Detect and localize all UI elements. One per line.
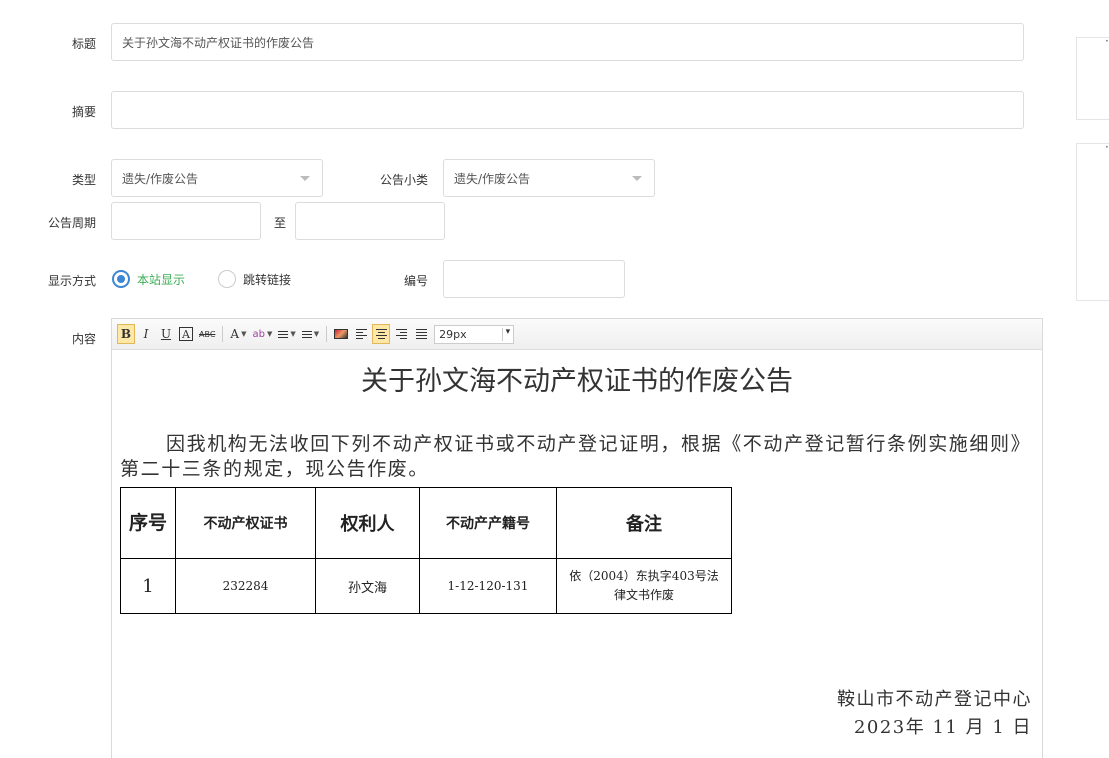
period-to-label: 至 bbox=[273, 216, 286, 230]
type-label: 类型 bbox=[71, 173, 96, 187]
font-color-button[interactable]: A ▼ bbox=[228, 324, 248, 344]
justify-button[interactable] bbox=[412, 324, 430, 344]
header-cell-registry: 不动产产籍号 bbox=[419, 487, 557, 559]
display-label: 显示方式 bbox=[47, 274, 96, 288]
unordered-list-button[interactable]: ▼ bbox=[300, 324, 321, 344]
font-size-select[interactable]: 29px bbox=[434, 324, 515, 344]
strikethrough-button[interactable]: ABC bbox=[197, 324, 217, 344]
number-label: 编号 bbox=[403, 274, 428, 288]
signature-date: 2023年 11 月 1 日 bbox=[853, 717, 1032, 738]
header-cell-index: 序号 bbox=[120, 487, 176, 559]
document-title: 关于孙文海不动产权证书的作废公告 bbox=[361, 366, 793, 397]
bold-button[interactable]: B bbox=[117, 324, 135, 344]
radio-redirect-link-label: 跳转链接 bbox=[243, 272, 292, 287]
align-center-button[interactable] bbox=[372, 324, 391, 344]
chevron-down-icon bbox=[300, 176, 310, 181]
subtype-label: 公告小类 bbox=[379, 173, 428, 187]
radio-local-display[interactable]: 本站显示 bbox=[112, 270, 185, 288]
insert-image-button[interactable] bbox=[332, 324, 350, 344]
table-header-row: 序号 不动产权证书 权利人 不动产产籍号 备注 bbox=[120, 487, 732, 559]
italic-button[interactable]: I bbox=[137, 324, 155, 344]
dropdown-arrow-icon: ▼ bbox=[290, 330, 296, 338]
toolbar-divider bbox=[326, 326, 328, 342]
cell-remarks: 依（2004）东执字403号法律文书作废 bbox=[556, 558, 732, 614]
cell-holder: 孙文海 bbox=[315, 558, 420, 614]
underline-button[interactable]: U bbox=[157, 324, 175, 344]
header-cell-certificate: 不动产权证书 bbox=[175, 487, 316, 559]
radio-local-display-label: 本站显示 bbox=[137, 272, 186, 287]
content-label: 内容 bbox=[71, 332, 96, 346]
radio-unchecked-icon bbox=[218, 270, 236, 288]
header-cell-remarks: 备注 bbox=[556, 487, 732, 559]
radio-redirect-link[interactable]: 跳转链接 bbox=[218, 270, 291, 288]
type-select[interactable]: 遗失/作废公告 bbox=[111, 159, 323, 197]
image-icon bbox=[334, 329, 349, 339]
align-left-button[interactable] bbox=[352, 324, 370, 344]
header-cell-holder: 权利人 bbox=[315, 487, 420, 559]
summary-label: 摘要 bbox=[71, 105, 96, 119]
subtype-select-value: 遗失/作废公告 bbox=[454, 171, 531, 186]
highlight-button[interactable]: ab ▼ bbox=[250, 324, 274, 344]
font-size-value: 29px bbox=[439, 327, 467, 341]
ordered-list-icon bbox=[278, 330, 289, 338]
dropdown-arrow-icon: ▼ bbox=[266, 330, 273, 338]
cell-registry: 1-12-120-131 bbox=[419, 558, 557, 614]
signature-org: 鞍山市不动产登记中心 bbox=[837, 689, 1032, 710]
subtype-select[interactable]: 遗失/作废公告 bbox=[443, 159, 655, 197]
notice-table: 序号 不动产权证书 权利人 不动产产籍号 备注 1 232284 孙文海 1-1… bbox=[120, 487, 732, 614]
align-center-icon bbox=[375, 329, 387, 339]
toolbar-divider bbox=[222, 326, 224, 342]
editor-toolbar: B I U A ABC A ▼ ab ▼ ▼ ▼ 29px bbox=[112, 319, 1042, 350]
chevron-down-icon bbox=[632, 176, 642, 181]
number-input[interactable] bbox=[443, 260, 625, 298]
radio-checked-icon bbox=[112, 270, 130, 288]
text-border-button[interactable]: A bbox=[179, 327, 193, 341]
font-size-divider bbox=[502, 327, 504, 341]
title-input[interactable]: 关于孙文海不动产权证书的作废公告 bbox=[111, 23, 1024, 61]
align-right-icon bbox=[395, 329, 407, 339]
cell-certificate: 232284 bbox=[175, 558, 316, 614]
period-label: 公告周期 bbox=[47, 216, 96, 230]
document-paragraph: 因我机构无法收回下列不动产权证书或不动产登记证明，根据《不动产登记暂行条例实施细… bbox=[120, 433, 1022, 480]
justify-icon bbox=[415, 329, 427, 339]
type-select-value: 遗失/作废公告 bbox=[122, 171, 199, 186]
summary-input[interactable] bbox=[111, 91, 1024, 129]
table-row: 1 232284 孙文海 1-12-120-131 依（2004）东执字403号… bbox=[120, 558, 732, 614]
ordered-list-button[interactable]: ▼ bbox=[276, 324, 297, 344]
highlight-icon: ab bbox=[252, 328, 265, 340]
dropdown-arrow-icon: ▼ bbox=[241, 330, 247, 338]
cell-index: 1 bbox=[120, 558, 176, 614]
side-panel-top: · bbox=[1076, 34, 1109, 120]
period-end-input[interactable] bbox=[295, 202, 445, 240]
title-label: 标题 bbox=[71, 37, 96, 51]
align-left-icon bbox=[355, 329, 367, 339]
side-panel-bottom: · bbox=[1076, 140, 1109, 301]
align-right-button[interactable] bbox=[392, 324, 410, 344]
rich-text-editor[interactable]: B I U A ABC A▼ ab▼ ▼ ▼ 29px 关于孙文海不动产权证书的… bbox=[111, 318, 1043, 758]
dropdown-arrow-icon: ▼ bbox=[313, 330, 320, 338]
period-start-input[interactable] bbox=[111, 202, 261, 240]
unordered-list-icon bbox=[301, 330, 312, 338]
font-color-icon: A bbox=[230, 327, 240, 341]
